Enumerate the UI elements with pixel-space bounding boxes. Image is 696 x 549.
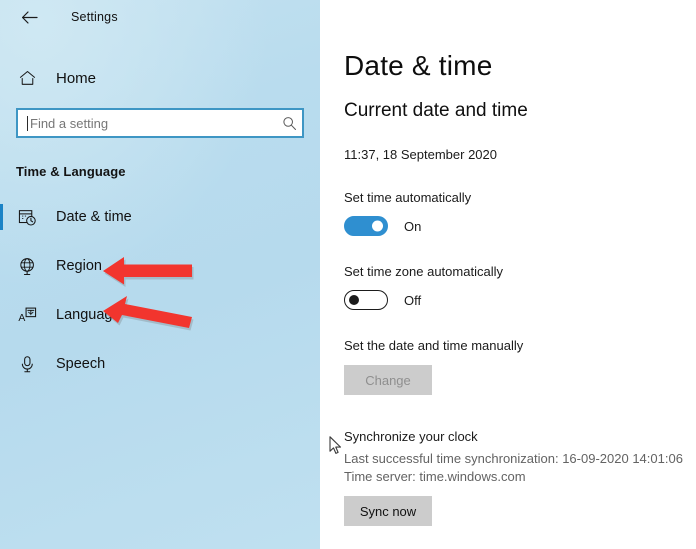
time-server-value: Time server: time.windows.com — [344, 469, 526, 484]
settings-window: Settings Home Time & Language — [0, 0, 696, 549]
sidebar-item-region[interactable]: Region — [0, 250, 320, 282]
current-datetime-value: 11:37, 18 September 2020 — [344, 147, 497, 162]
sidebar-item-date-time-label: Date & time — [56, 209, 132, 225]
back-arrow-icon[interactable] — [14, 4, 44, 30]
svg-text:A: A — [18, 313, 25, 324]
sidebar-group-title: Time & Language — [16, 164, 126, 179]
change-button-wrap: Change — [344, 353, 696, 395]
section-title-current-date-time: Current date and time — [344, 100, 528, 121]
title-bar: Settings — [0, 0, 320, 34]
sidebar-item-language-label: Language — [56, 307, 121, 323]
search-icon[interactable] — [276, 116, 302, 131]
sidebar-item-region-label: Region — [56, 258, 102, 274]
set-timezone-automatically-row: Off — [344, 279, 696, 310]
set-timezone-automatically-toggle[interactable] — [344, 290, 388, 310]
main-content: Date & time Current date and time 11:37,… — [320, 0, 696, 549]
microphone-icon — [16, 353, 38, 375]
sidebar-item-language[interactable]: A Language — [0, 299, 320, 331]
sidebar-nav: Date & time Region A Language Speech — [0, 201, 320, 380]
window-title: Settings — [71, 10, 118, 24]
set-timezone-automatically-state: Off — [404, 292, 422, 308]
globe-icon — [16, 255, 38, 277]
last-sync-value: Last successful time synchronization: 16… — [344, 451, 683, 466]
toggle-knob — [372, 220, 383, 232]
calendar-clock-icon — [16, 206, 38, 228]
set-time-automatically-label: Set time automatically — [344, 190, 472, 205]
language-icon: A — [16, 304, 38, 326]
home-icon — [16, 67, 38, 89]
set-timezone-automatically-label: Set time zone automatically — [344, 264, 503, 279]
synchronize-clock-label: Synchronize your clock — [344, 429, 478, 444]
set-date-time-manually-label: Set the date and time manually — [344, 338, 524, 353]
sidebar-item-date-time[interactable]: Date & time — [0, 201, 320, 233]
sidebar-item-home[interactable]: Home — [0, 60, 320, 96]
set-time-automatically-row: On — [344, 205, 696, 236]
sidebar-item-speech[interactable]: Speech — [0, 348, 320, 380]
search-input[interactable] — [28, 115, 276, 131]
set-time-automatically-state: On — [404, 218, 422, 234]
sidebar: Settings Home Time & Language — [0, 0, 320, 549]
toggle-knob — [349, 295, 359, 305]
sidebar-item-speech-label: Speech — [56, 356, 106, 372]
change-button[interactable]: Change — [344, 365, 432, 395]
set-time-automatically-toggle[interactable] — [344, 216, 388, 236]
page-title: Date & time — [344, 50, 493, 81]
selection-indicator — [0, 204, 3, 230]
search-box[interactable] — [16, 108, 304, 138]
sidebar-item-home-label: Home — [56, 69, 97, 87]
sync-now-button-wrap: Sync now — [344, 484, 696, 526]
sync-now-button[interactable]: Sync now — [344, 496, 432, 526]
